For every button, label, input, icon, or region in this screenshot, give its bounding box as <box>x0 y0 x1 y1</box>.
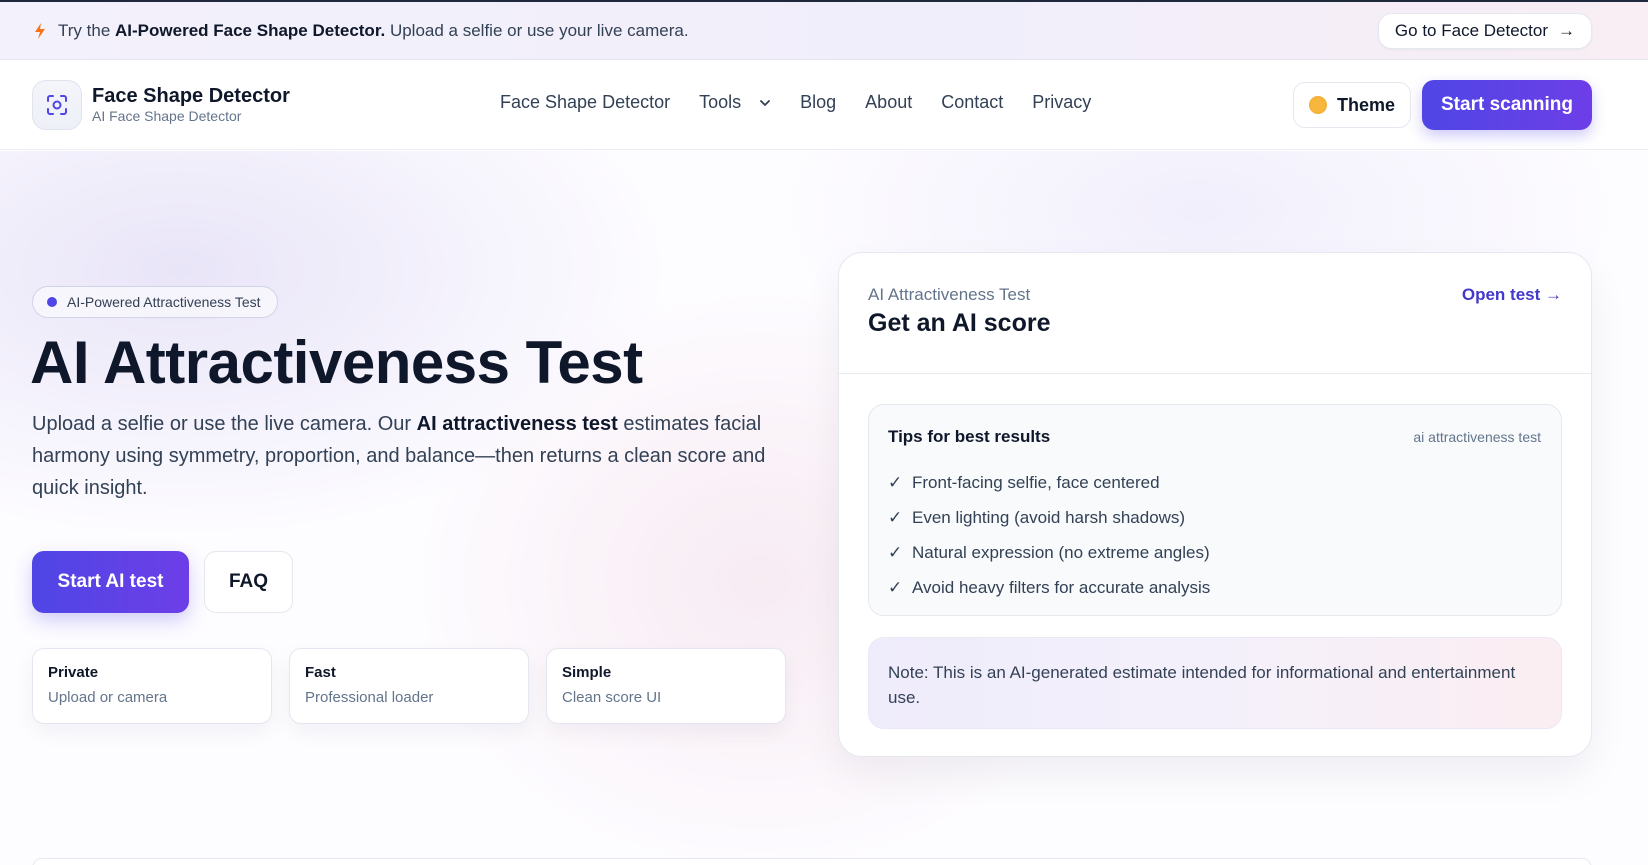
chevron-down-icon <box>759 97 771 109</box>
nav-privacy[interactable]: Privacy <box>1032 92 1091 113</box>
page-title: AI Attractiveness Test <box>30 329 643 396</box>
list-item: ✓ Even lighting (avoid harsh shadows) <box>888 500 1210 535</box>
announcement-bar: Try the AI-Powered Face Shape Detector. … <box>0 0 1648 60</box>
arrow-right-icon: → <box>1558 21 1575 40</box>
desc-before: Upload a selfie or use the live camera. … <box>32 413 412 435</box>
list-item: ✓ Front-facing selfie, face centered <box>888 465 1210 500</box>
feature-title: Simple <box>562 664 612 681</box>
feature-subtitle: Clean score UI <box>562 689 662 706</box>
feature-subtitle: Upload or camera <box>48 689 168 706</box>
tip-text: Avoid heavy filters for accurate analysi… <box>912 578 1211 597</box>
list-item: ✓ Avoid heavy filters for accurate analys… <box>888 570 1210 605</box>
card-title: Get an AI score <box>868 309 1051 337</box>
theme-toggle-button[interactable]: Theme <box>1293 82 1411 128</box>
nav-tools-label: Tools <box>699 92 742 112</box>
tips-title: Tips for best results <box>888 427 1051 446</box>
tip-text: Even lighting (avoid harsh shadows) <box>912 508 1186 527</box>
badge-dot-icon <box>47 297 57 307</box>
cta-label: Go to Face Detector <box>1394 21 1548 40</box>
feature-card-private: Private Upload or camera <box>32 648 272 724</box>
announcement-highlight: AI-Powered Face Shape Detector. <box>115 20 386 40</box>
tip-text: Natural expression (no extreme angles) <box>912 543 1210 562</box>
hero-badge: AI-Powered Attractiveness Test <box>32 286 278 318</box>
start-ai-test-button[interactable]: Start AI test <box>32 551 189 613</box>
announcement-text: Try the AI-Powered Face Shape Detector. … <box>58 21 689 41</box>
main-nav: Face Shape Detector Tools Blog About Con… <box>500 92 1120 113</box>
nav-contact[interactable]: Contact <box>941 92 1003 113</box>
sun-icon <box>1308 96 1327 114</box>
nav-face-shape-detector[interactable]: Face Shape Detector <box>500 92 670 113</box>
hero-description: Upload a selfie or use the live camera. … <box>32 408 772 504</box>
open-test-link[interactable]: Open test → <box>1462 285 1562 305</box>
card-divider <box>839 373 1591 374</box>
announcement-prefix: Try the <box>58 20 111 40</box>
faq-button[interactable]: FAQ <box>204 551 293 613</box>
check-icon: ✓ <box>888 543 903 562</box>
start-scanning-button[interactable]: Start scanning <box>1422 80 1592 130</box>
card-kicker: AI Attractiveness Test <box>868 285 1031 304</box>
announcement-suffix: Upload a selfie or use your live camera. <box>389 20 689 40</box>
feature-card-fast: Fast Professional loader <box>289 648 529 724</box>
disclaimer-note: Note: This is an AI-generated estimate i… <box>868 637 1562 729</box>
tips-tag: ai attractiveness test <box>1413 429 1541 445</box>
nav-about[interactable]: About <box>865 92 912 113</box>
desc-bold: AI attractiveness test <box>416 413 618 435</box>
check-icon: ✓ <box>888 508 903 527</box>
site-header: Face Shape Detector AI Face Shape Detect… <box>0 60 1648 150</box>
tips-list: ✓ Front-facing selfie, face centered ✓ Eve… <box>888 465 1210 605</box>
theme-label: Theme <box>1336 94 1396 115</box>
hero-section: AI-Powered Attractiveness Test AI Attrac… <box>0 151 1648 865</box>
ai-score-card: AI Attractiveness Test Get an AI score O… <box>838 252 1592 757</box>
go-to-face-detector-button[interactable]: Go to Face Detector → <box>1377 13 1592 49</box>
brand-name: Face Shape Detector <box>92 85 290 107</box>
tips-panel: Tips for best results ai attractiveness … <box>868 404 1562 616</box>
feature-title: Fast <box>305 664 336 681</box>
nav-blog[interactable]: Blog <box>800 92 836 113</box>
brand-link[interactable]: Face Shape Detector AI Face Shape Detect… <box>32 80 290 130</box>
check-icon: ✓ <box>888 578 903 597</box>
tip-text: Front-facing selfie, face centered <box>912 473 1160 492</box>
brand-subtitle: AI Face Shape Detector <box>92 108 242 124</box>
face-scan-icon <box>32 80 82 130</box>
nav-tools[interactable]: Tools <box>699 92 771 113</box>
feature-card-simple: Simple Clean score UI <box>546 648 786 724</box>
feature-subtitle: Professional loader <box>305 689 434 706</box>
list-item: ✓ Natural expression (no extreme angles) <box>888 535 1210 570</box>
next-section-card <box>32 858 1592 865</box>
feature-title: Private <box>48 664 99 681</box>
bolt-icon <box>32 22 48 40</box>
hero-badge-label: AI-Powered Attractiveness Test <box>67 294 261 310</box>
check-icon: ✓ <box>888 473 903 492</box>
